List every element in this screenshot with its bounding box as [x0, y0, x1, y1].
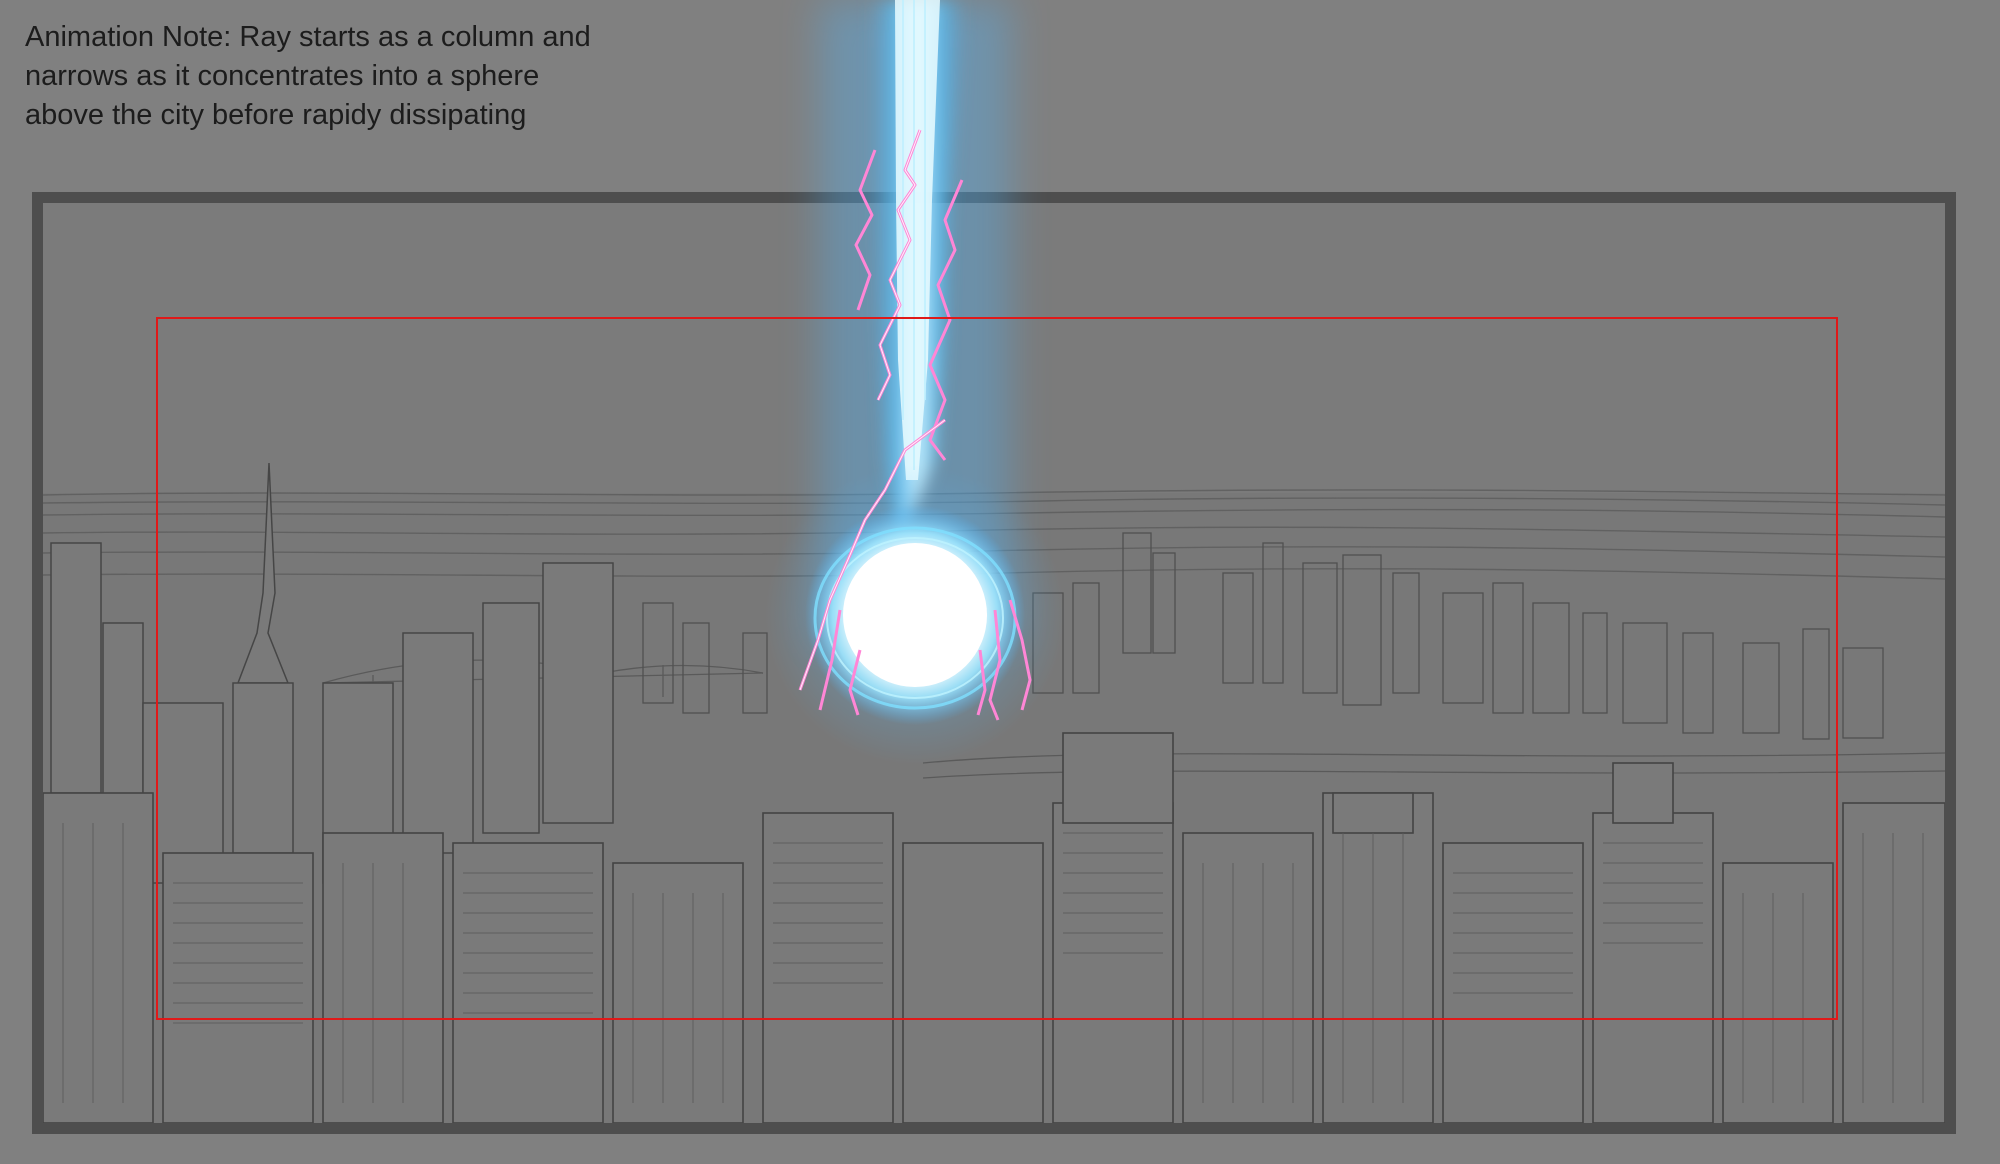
animation-note: Animation Note: Ray starts as a column a… — [25, 18, 665, 135]
animation-note-line: narrows as it concentrates into a sphere — [25, 60, 540, 92]
storyboard-frame — [32, 192, 1956, 1134]
animation-note-line: Animation Note: Ray starts as a column a… — [25, 21, 591, 53]
animation-note-line: above the city before rapidy dissipating — [25, 99, 527, 131]
city-skyline-sketch — [43, 203, 1945, 1123]
storyboard-canvas: Animation Note: Ray starts as a column a… — [0, 0, 2000, 1164]
